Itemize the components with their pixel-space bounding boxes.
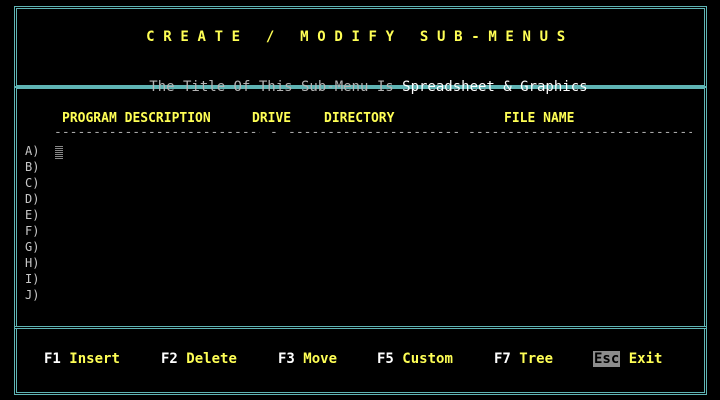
submenu-title-value[interactable]: Spreadsheet & Graphics: [402, 79, 587, 95]
f2-delete-key[interactable]: F2 Delete: [161, 351, 237, 367]
f1-insert-key[interactable]: F1 Insert: [44, 351, 120, 367]
esc-exit-key[interactable]: Esc Exit: [593, 351, 662, 367]
row-label-h: H): [25, 256, 40, 270]
row-label-j: J): [25, 288, 40, 302]
column-header-drive: DRIVE: [252, 111, 292, 126]
screen-title: CREATE / MODIFY SUB-MENUS: [146, 29, 574, 45]
column-divider-directory: ------------------------------: [288, 125, 458, 140]
f7-tree-key[interactable]: F7 Tree: [494, 351, 553, 367]
row-label-g: G): [25, 240, 40, 254]
column-divider-program-description: ------------------------------: [54, 125, 260, 140]
f3-move-key[interactable]: F3 Move: [278, 351, 337, 367]
column-divider-file-name: ------------------------------------: [468, 125, 692, 140]
row-label-b: B): [25, 160, 40, 174]
row-label-i: I): [25, 272, 40, 286]
text-cursor[interactable]: [55, 145, 63, 159]
row-label-c: C): [25, 176, 40, 190]
row-label-f: F): [25, 224, 40, 238]
submenu-title-label: The Title Of This Sub-Menu Is: [149, 79, 394, 95]
row-label-d: D): [25, 192, 40, 206]
column-header-file-name: FILE NAME: [504, 111, 575, 126]
row-label-a: A): [25, 144, 40, 158]
submenu-title-line: The Title Of This Sub-Menu Is Spreadshee…: [0, 63, 720, 95]
column-divider-drive: -: [270, 125, 278, 140]
column-header-directory: DIRECTORY: [324, 111, 395, 126]
f5-custom-key[interactable]: F5 Custom: [377, 351, 453, 367]
row-label-e: E): [25, 208, 40, 222]
column-header-program-description: PROGRAM DESCRIPTION: [62, 111, 211, 126]
